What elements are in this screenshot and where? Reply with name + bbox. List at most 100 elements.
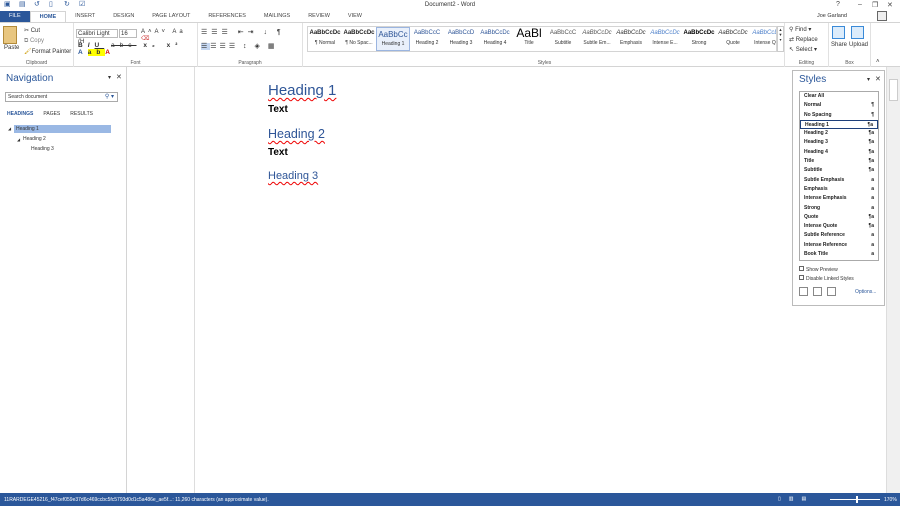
style-list-item[interactable]: Heading 2¶a	[800, 129, 878, 138]
style-gallery-item[interactable]: AaBbCcDHeading 3	[444, 27, 478, 51]
collapse-icon[interactable]: ◢	[17, 137, 20, 142]
style-gallery-item[interactable]: AaBbCcDcIntense E...	[648, 27, 682, 51]
alignment-buttons[interactable]: ☰☰☰☰ ↕ ◈ ▦	[201, 42, 277, 50]
replace-button[interactable]: ⇄ Replace	[789, 36, 818, 43]
style-list-item[interactable]: Intense Referencea	[800, 241, 878, 250]
collapse-icon[interactable]: ◢	[8, 126, 11, 131]
nav-heading-1[interactable]: Heading 1	[14, 125, 111, 133]
new-style-icon[interactable]	[799, 287, 808, 296]
style-gallery-item[interactable]: AaBbCcDc¶ No Spac...	[342, 27, 376, 51]
style-list-item[interactable]: Intense Quote¶a	[800, 222, 878, 231]
style-gallery-item[interactable]: AaBbCcCHeading 2	[410, 27, 444, 51]
tab-page-layout[interactable]: PAGE LAYOUT	[143, 11, 199, 22]
style-name: Heading 1	[805, 121, 829, 128]
paste-icon[interactable]	[3, 26, 17, 44]
style-list-item[interactable]: Quote¶a	[800, 213, 878, 222]
style-list-item[interactable]: Subtitle¶a	[800, 166, 878, 175]
tab-insert[interactable]: INSERT	[66, 11, 104, 22]
tab-review[interactable]: REVIEW	[299, 11, 339, 22]
tab-home[interactable]: HOME	[30, 11, 67, 22]
search-icon[interactable]: ⚲ ▾	[105, 93, 114, 100]
tab-file[interactable]: FILE	[0, 11, 30, 22]
zoom-slider[interactable]	[830, 499, 880, 500]
share-icon[interactable]	[832, 26, 845, 39]
style-gallery-item[interactable]: AaBbCcHeading 1	[376, 27, 410, 51]
upload-icon[interactable]	[851, 26, 864, 39]
manage-styles-icon[interactable]	[827, 287, 836, 296]
tab-view[interactable]: VIEW	[339, 11, 371, 22]
style-list-item[interactable]: Intense Emphasisa	[800, 194, 878, 203]
minimize-button[interactable]: –	[858, 1, 862, 8]
tab-design[interactable]: DESIGN	[104, 11, 143, 22]
style-gallery-item[interactable]: AaBbCcDcSubtle Em...	[580, 27, 614, 51]
style-gallery-item[interactable]: AaBbCcDcHeading 4	[478, 27, 512, 51]
grow-shrink-case-buttons[interactable]: A˄A˅ Aa ⌫	[141, 29, 197, 42]
style-list-item[interactable]: Heading 3¶a	[800, 138, 878, 147]
style-gallery-item[interactable]: AaBlTitle	[512, 27, 546, 51]
paste-button[interactable]: Paste	[4, 45, 19, 51]
heading-1[interactable]: Heading 1	[268, 82, 336, 99]
nav-heading-3[interactable]: Heading 3	[31, 146, 54, 152]
heading-2[interactable]: Heading 2	[268, 127, 325, 141]
tab-results[interactable]: RESULTS	[70, 111, 93, 117]
find-button[interactable]: ⚲ Find ▾	[789, 26, 811, 33]
tab-headings[interactable]: HEADINGS	[7, 111, 33, 117]
style-list-item[interactable]: Stronga	[800, 204, 878, 213]
style-list-item[interactable]: Normal¶	[800, 101, 878, 110]
nav-heading-2[interactable]: Heading 2	[23, 136, 46, 142]
heading-3[interactable]: Heading 3	[268, 170, 318, 182]
upload-button[interactable]: Upload	[849, 42, 868, 48]
format-painter-button[interactable]: 🖌Format Painter	[24, 48, 71, 55]
user-name[interactable]: Joe Garland	[817, 13, 847, 19]
avatar[interactable]	[877, 11, 887, 21]
scroll-thumb[interactable]	[889, 79, 898, 101]
style-list-item[interactable]: Title¶a	[800, 157, 878, 166]
close-pane-icon[interactable]: ✕	[875, 75, 881, 83]
pane-options-icon[interactable]: ▾	[108, 74, 111, 81]
help-button[interactable]: ?	[836, 1, 840, 8]
tab-mailings[interactable]: MAILINGS	[255, 11, 299, 22]
list-indent-buttons[interactable]: ☰☰☰ ⇤⇥ ↓ ¶	[201, 28, 285, 36]
style-gallery-item[interactable]: AaBbCcCSubtitle	[546, 27, 580, 51]
zoom-level[interactable]: 170%	[884, 497, 897, 503]
font-name-select[interactable]: Calibri Light (H	[76, 29, 118, 38]
format-buttons[interactable]: BIU abc x₂ x² AabA	[78, 42, 197, 56]
close-button[interactable]: ✕	[887, 1, 893, 9]
cut-button[interactable]: ✂ Cut	[24, 27, 40, 34]
style-inspector-icon[interactable]	[813, 287, 822, 296]
style-list-item[interactable]: Subtle Referencea	[800, 231, 878, 240]
style-gallery-item[interactable]: AaBbCcDc¶ Normal	[308, 27, 342, 51]
style-list-item[interactable]: Book Titlea	[800, 250, 878, 259]
style-gallery-item[interactable]: AaBbCcDcQuote	[716, 27, 750, 51]
style-gallery-item[interactable]: AaBbCcDcIntense Q...	[750, 27, 777, 51]
style-list-item[interactable]: Clear All	[800, 92, 878, 101]
search-document-input[interactable]: Search document ⚲ ▾	[5, 92, 118, 102]
style-list-item[interactable]: Heading 1¶a	[800, 120, 878, 129]
style-list-item[interactable]: Subtle Emphasisa	[800, 176, 878, 185]
style-gallery-item[interactable]: AaBbCcDcStrong	[682, 27, 716, 51]
restore-button[interactable]: ❐	[872, 1, 878, 9]
tab-pages[interactable]: PAGES	[43, 111, 60, 117]
options-link[interactable]: Options...	[855, 289, 876, 295]
pane-options-icon[interactable]: ▾	[867, 76, 870, 83]
select-button[interactable]: ↖ Select ▾	[789, 46, 817, 53]
vertical-scrollbar[interactable]	[886, 67, 900, 493]
body-text[interactable]: Text	[268, 104, 288, 115]
document-page[interactable]: Heading 1 Text Heading 2 Text Heading 3	[195, 67, 792, 493]
style-list-item[interactable]: Heading 4¶a	[800, 148, 878, 157]
collapse-ribbon-icon[interactable]: ˄	[876, 59, 880, 65]
close-pane-icon[interactable]: ✕	[116, 73, 122, 81]
style-type-icon: a	[871, 176, 874, 185]
copy-button[interactable]: ⧉ Copy	[24, 38, 44, 45]
tab-references[interactable]: REFERENCES	[199, 11, 255, 22]
body-text[interactable]: Text	[268, 147, 288, 158]
style-gallery-item[interactable]: AaBbCcDcEmphasis	[614, 27, 648, 51]
show-preview-checkbox[interactable]: Show Preview	[799, 266, 838, 273]
disable-linked-styles-checkbox[interactable]: Disable Linked Styles	[799, 275, 854, 282]
font-size-select[interactable]: 16	[119, 29, 137, 38]
view-buttons[interactable]: ▯▥▤	[778, 496, 814, 502]
gallery-scroll[interactable]: ▲▼▾	[777, 26, 784, 52]
style-list-item[interactable]: No Spacing¶	[800, 111, 878, 120]
style-list-item[interactable]: Emphasisa	[800, 185, 878, 194]
share-button[interactable]: Share	[831, 42, 847, 48]
